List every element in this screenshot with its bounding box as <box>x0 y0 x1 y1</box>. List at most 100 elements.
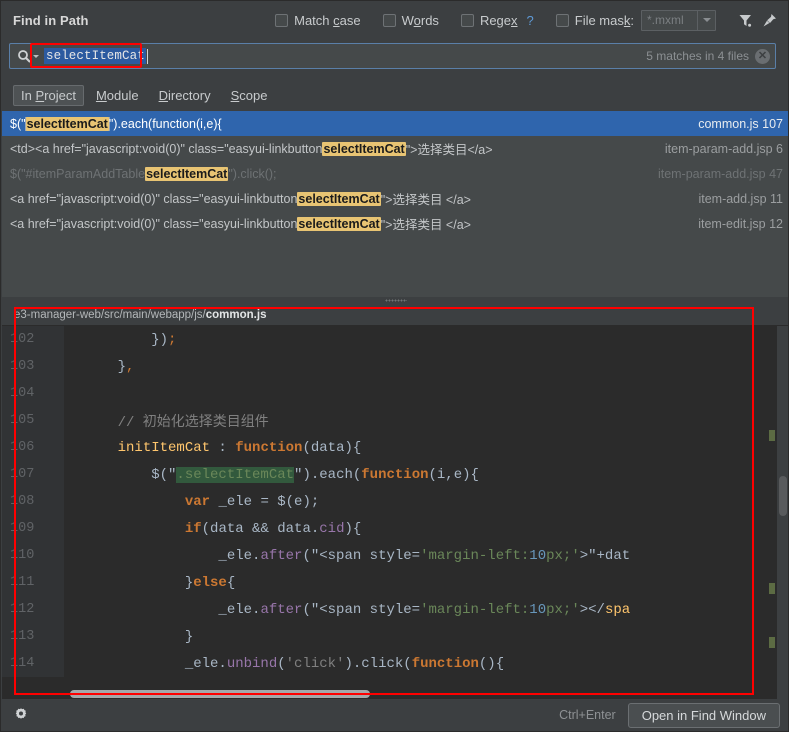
scope-tabs: In Project Module Directory Scope <box>1 81 788 109</box>
editor-match-marker <box>769 583 775 594</box>
code-line[interactable]: 106 initItemCat : function (data){ <box>2 434 788 461</box>
code-token: ("<span style= <box>302 601 421 618</box>
search-results-list[interactable]: $(" selectItemCat ").each(function(i,e){co… <box>2 111 788 299</box>
code-token: } <box>84 574 194 591</box>
chevron-down-icon[interactable] <box>698 10 715 30</box>
code-token: // 初始化选择类目组件 <box>84 414 269 431</box>
code-line[interactable]: 103 }, <box>2 353 788 380</box>
words-label: Words <box>401 12 439 28</box>
code-token: _ele. <box>84 655 227 672</box>
result-file-label: item-param-add.jsp 6 <box>664 141 783 156</box>
editor-horizontal-scroll-thumb[interactable] <box>70 690 370 698</box>
code-token: ; <box>168 331 177 348</box>
filter-icon[interactable] <box>734 9 756 31</box>
line-number: 108 <box>2 488 64 515</box>
code-text: _ele. after ("<span style='margin-left: 10 p… <box>64 596 788 623</box>
line-number: 112 <box>2 596 64 623</box>
result-text: $(" selectItemCat ").each(function(i,e){ <box>10 116 222 131</box>
line-number: 107 <box>2 461 64 488</box>
splitter-grip-icon <box>384 299 407 302</box>
sidebar-item-directory[interactable]: Directory <box>151 85 219 106</box>
search-input-wrap[interactable]: selectItemCat <box>44 48 148 64</box>
code-token: ).click( <box>344 655 412 672</box>
code-token: unbind <box>226 655 278 672</box>
result-text-fragment: ").each(function(i,e){ <box>108 116 222 131</box>
code-text: if (data && data. cid){ <box>64 515 788 542</box>
file-mask-option[interactable]: File mask: *.mxml <box>555 9 716 31</box>
list-item[interactable]: <a href="javascript:void(0)" class="easy… <box>2 211 788 236</box>
code-token: 'margin-left: <box>420 547 530 564</box>
sidebar-item-in-project[interactable]: In Project <box>13 84 84 106</box>
code-line[interactable]: 107 $(" .selectItemCat ") .each(function (i,… <box>2 461 788 488</box>
code-line[interactable]: 105 // 初始化选择类目组件 <box>2 407 788 434</box>
list-item[interactable]: $("#itemParamAddTable selectItemCat ").cl… <box>2 161 788 186</box>
code-token: 10 <box>529 547 547 564</box>
list-item[interactable]: $(" selectItemCat ").each(function(i,e){co… <box>2 111 788 136</box>
file-mask-combo[interactable]: *.mxml <box>641 9 716 31</box>
editor-vertical-scroll-thumb[interactable] <box>779 476 787 516</box>
sidebar-item-module[interactable]: Module <box>88 85 147 106</box>
file-mask-input[interactable]: *.mxml <box>642 10 698 30</box>
code-token: .each( <box>310 466 362 483</box>
list-item[interactable]: <td><a href="javascript:void(0)" class="… <box>2 136 788 161</box>
pin-icon[interactable] <box>758 9 780 31</box>
code-token: initItemCat <box>117 439 211 456</box>
list-item[interactable]: <a href="javascript:void(0)" class="easy… <box>2 186 788 211</box>
words-checkbox[interactable] <box>382 13 396 27</box>
open-in-find-window-button[interactable]: Open in Find Window <box>627 702 780 728</box>
code-token: (i,e){ <box>428 466 479 483</box>
panel-splitter[interactable] <box>2 297 788 304</box>
code-token: 10 <box>529 601 547 618</box>
match-highlight: selectItemCat <box>297 216 381 231</box>
code-token: (){ <box>478 655 505 672</box>
gear-icon[interactable] <box>11 705 31 725</box>
code-line[interactable]: 113 } <box>2 623 788 650</box>
match-case-checkbox[interactable] <box>275 13 289 27</box>
regex-checkbox[interactable] <box>460 13 474 27</box>
words-option[interactable]: Words <box>382 12 439 28</box>
search-history-chevron-icon[interactable] <box>33 54 39 58</box>
code-text: initItemCat : function (data){ <box>64 434 788 461</box>
code-line[interactable]: 112 _ele. after ("<span style='margin-left… <box>2 596 788 623</box>
result-text: $("#itemParamAddTable selectItemCat ").cl… <box>10 166 277 181</box>
line-number: 109 <box>2 515 64 542</box>
file-mask-label: File mask: <box>574 12 634 28</box>
search-input[interactable]: selectItemCat <box>44 48 146 64</box>
code-text: var _ele = $(e); <box>64 488 788 515</box>
line-number: 111 <box>2 569 64 596</box>
toolbar: Find in Path Match case Words Regex ? Fi… <box>1 1 788 39</box>
match-highlight: selectItemCat <box>297 191 381 206</box>
find-in-path-dialog: Find in Path Match case Words Regex ? Fi… <box>0 0 789 732</box>
code-line[interactable]: 102 }); <box>2 326 788 353</box>
match-case-option[interactable]: Match case <box>275 13 361 28</box>
clear-search-button[interactable]: ✕ <box>755 48 770 64</box>
code-token: function <box>411 655 479 672</box>
result-text-fragment: <a href="javascript:void(0)" class="easy… <box>10 191 298 206</box>
code-line[interactable]: 104 <box>2 380 788 407</box>
code-line[interactable]: 108 var _ele = $(e); <box>2 488 788 515</box>
result-file-label: item-param-add.jsp 47 <box>657 166 783 181</box>
code-text: _ele. unbind('click').click(function(){ <box>64 650 788 677</box>
code-token: function <box>361 466 429 483</box>
file-mask-checkbox[interactable] <box>555 13 569 27</box>
code-text: } else{ <box>64 569 788 596</box>
sidebar-item-scope[interactable]: Scope <box>223 85 276 106</box>
code-token: px;' <box>546 601 580 618</box>
code-line[interactable]: 111 } else{ <box>2 569 788 596</box>
code-token: (data){ <box>302 439 362 456</box>
code-line[interactable]: 109 if (data && data. cid){ <box>2 515 788 542</box>
bottom-bar: Ctrl+Enter Open in Find Window <box>1 699 788 731</box>
code-token: ( <box>277 655 286 672</box>
code-line[interactable]: 110 _ele. after ("<span style='margin-left… <box>2 542 788 569</box>
code-editor[interactable]: 102 }); 103 }, 104 105 // 初始化选择类目组件 106 init… <box>2 326 788 700</box>
search-field[interactable]: selectItemCat 5 matches in 4 files ✕ <box>9 43 776 69</box>
code-token: ") <box>294 466 311 483</box>
result-text: <a href="javascript:void(0)" class="easy… <box>10 214 471 233</box>
editor-vertical-scrollbar[interactable] <box>777 326 788 700</box>
result-text-fragment: $("#itemParamAddTable <box>10 166 146 181</box>
regex-option[interactable]: Regex ? <box>460 13 534 28</box>
regex-help-icon[interactable]: ? <box>527 13 534 28</box>
result-text-fragment: <td><a href="javascript:void(0)" class="… <box>10 141 323 156</box>
code-line[interactable]: 114 _ele. unbind('click').click(function(… <box>2 650 788 677</box>
